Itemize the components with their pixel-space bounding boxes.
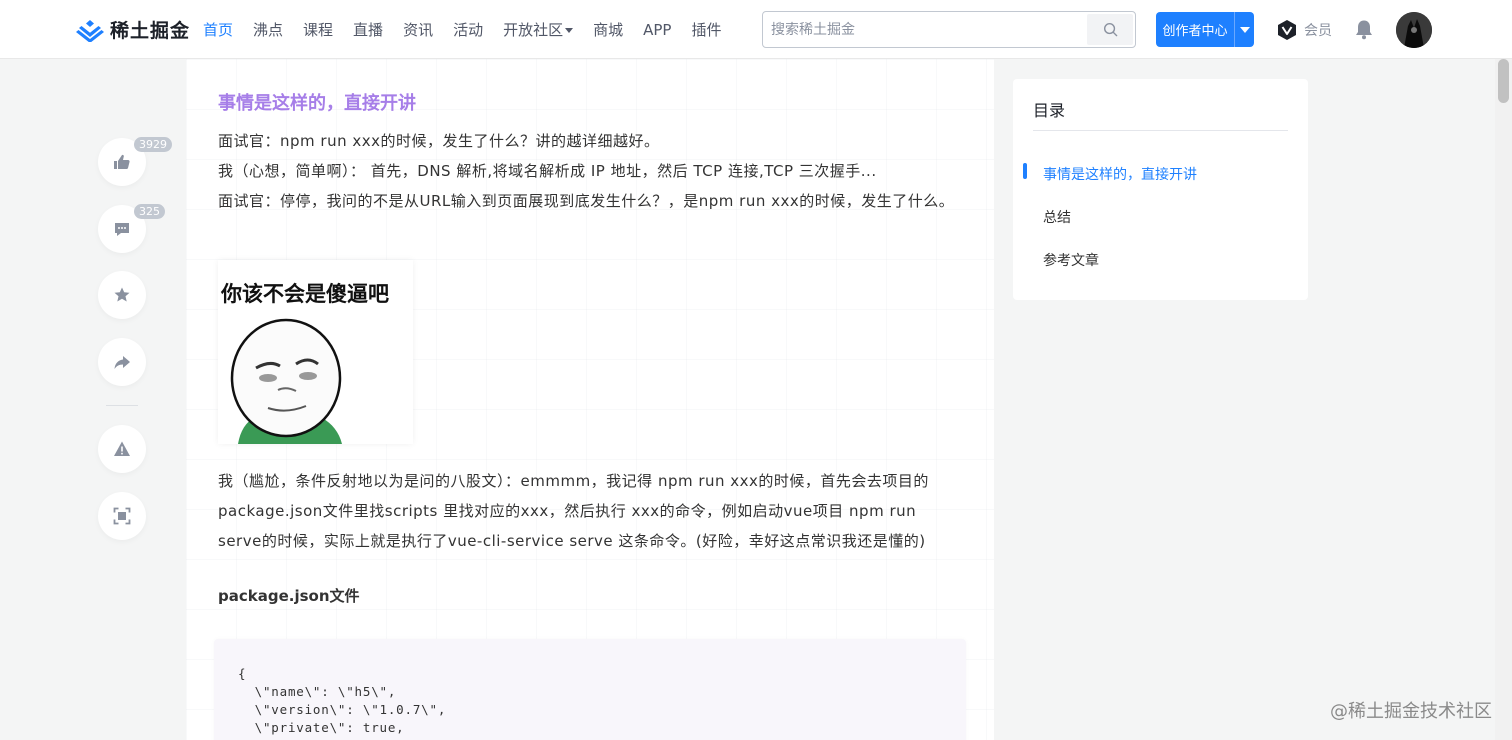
page-scrollbar[interactable] [1495,59,1512,740]
side-divider [106,405,138,406]
toc-divider [1033,130,1288,131]
nav-open-community[interactable]: 开放社区 [503,19,574,40]
report-button[interactable] [98,425,146,473]
vip-label: 会员 [1304,23,1332,39]
nav-news[interactable]: 资讯 [403,19,433,40]
search-button[interactable] [1087,14,1133,45]
like-count-badge: 3929 [134,137,172,152]
toc-active-indicator [1023,163,1027,179]
package-json-heading: package.json文件 [218,587,360,605]
caret-down-icon [1239,26,1250,33]
comment-icon [115,223,129,236]
warning-icon [114,441,130,456]
code-block[interactable]: { \"name\": \"h5\", \"version\": \"1.0.7… [214,639,966,740]
comment-count-badge: 325 [134,204,165,219]
nav-home[interactable]: 首页 [203,19,233,40]
share-icon [114,356,130,369]
creator-center: 创作者中心 [1156,12,1254,47]
logo-text: 稀土掘金 [110,20,191,42]
toc-title: 目录 [1033,101,1066,120]
creator-center-button[interactable]: 创作者中心 [1156,12,1234,47]
watermark: @稀土掘金技术社区 [1330,701,1492,722]
focus-mode-icon [113,507,131,525]
toc-item-intro[interactable]: 事情是这样的，直接开讲 [1043,164,1197,184]
star-icon [114,287,130,302]
bell-icon [1356,20,1372,40]
nav-plugins[interactable]: 插件 [691,19,721,40]
top-header: 稀土掘金 首页 沸点 课程 直播 资讯 活动 开放社区 商城 APP 插件 创作… [0,0,1512,59]
nav-shop[interactable]: 商城 [593,19,623,40]
caret-down-icon [565,28,574,33]
code-content: { \"name\": \"h5\", \"version\": \"1.0.7… [238,666,447,740]
vip-badge-icon [1278,20,1296,40]
nav-live[interactable]: 直播 [353,19,383,40]
vip-entry[interactable]: 会员 [1276,19,1332,41]
nav-open-community-label: 开放社区 [503,21,564,39]
section-heading: 事情是这样的，直接开讲 [218,93,416,114]
comment-button[interactable]: 325 [98,204,165,253]
paragraph-4: 我（尴尬，条件反射地以为是问的八股文）：emmmm，我记得 npm run xx… [218,472,929,550]
paragraph-1: 面试官：npm run xxx的时候，发生了什么？讲的越详细越好。 [218,132,660,150]
notification-button[interactable] [1354,19,1374,44]
nav-pins[interactable]: 沸点 [253,19,283,40]
user-avatar[interactable] [1396,12,1432,48]
nav-app[interactable]: APP [643,21,671,39]
creator-dropdown-button[interactable] [1234,12,1254,47]
paragraph-2: 我（心想，简单啊）： 首先，DNS 解析,将域名解析成 IP 地址，然后 TCP… [218,162,877,180]
share-button[interactable] [98,338,146,386]
paragraph-3: 面试官：停停，我问的不是从URL输入到页面展现到底发生什么？，是npm run … [218,192,955,210]
thumbs-up-icon [114,154,130,169]
nav-courses[interactable]: 课程 [303,19,333,40]
table-of-contents: 目录 事情是这样的，直接开讲 总结 参考文章 [1013,79,1308,300]
toc-item-summary[interactable]: 总结 [1043,207,1071,227]
main-nav: 首页 沸点 课程 直播 资讯 活动 开放社区 商城 APP 插件 [203,0,742,59]
fullscreen-button[interactable] [98,492,146,540]
site-logo[interactable]: 稀土掘金 [76,16,190,43]
search-input[interactable] [763,12,1087,47]
juejin-logo-icon [76,19,104,42]
scrollbar-thumb[interactable] [1498,59,1509,103]
search-icon [1103,22,1117,37]
meme-image[interactable]: 你该不会是傻逼吧 [218,260,413,444]
avatar-image [1396,12,1432,48]
meme-face-illustration [230,318,342,444]
search-box [762,11,1136,48]
like-button[interactable]: 3929 [98,137,172,186]
favorite-button[interactable] [98,271,146,319]
toc-item-references[interactable]: 参考文章 [1043,250,1099,270]
article-body: 事情是这样的，直接开讲 面试官：npm run xxx的时候，发生了什么？讲的越… [186,59,994,740]
nav-events[interactable]: 活动 [453,19,483,40]
